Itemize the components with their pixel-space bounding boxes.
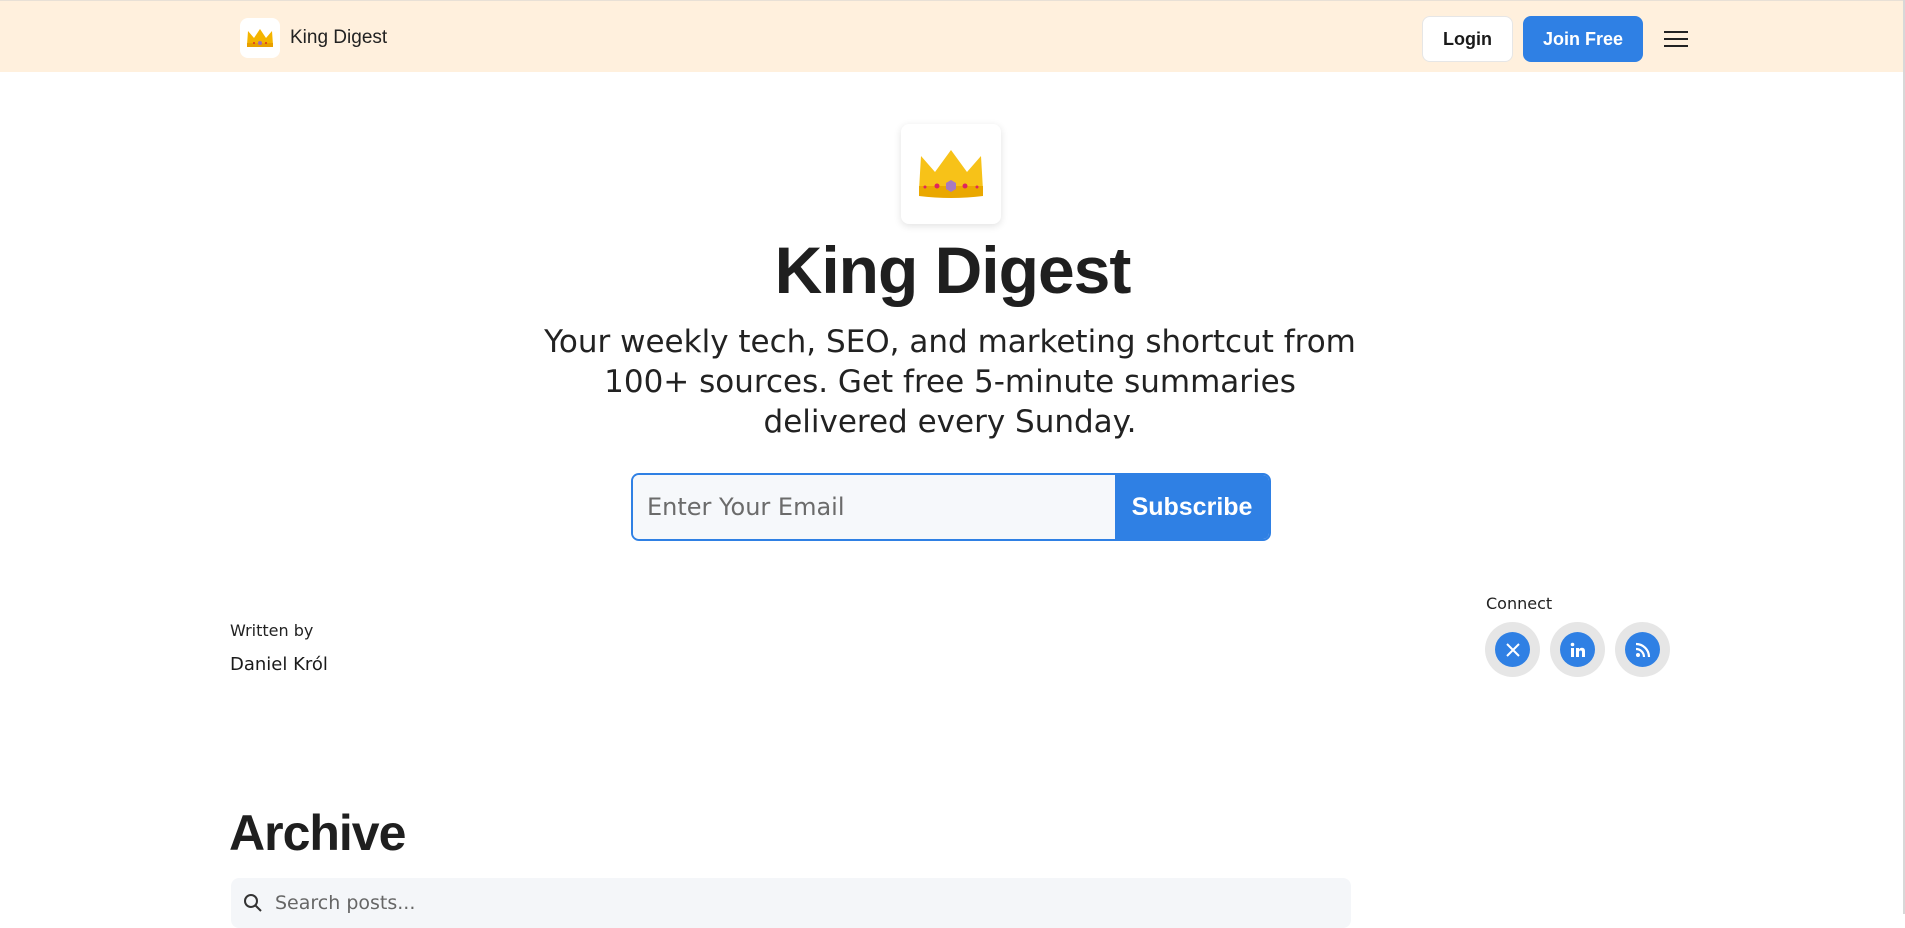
search-icon [244, 894, 262, 912]
search-input[interactable] [273, 891, 1339, 915]
login-button[interactable]: Login [1422, 16, 1513, 62]
x-twitter-icon [1495, 632, 1530, 667]
subscribe-button[interactable]: Subscribe [1115, 475, 1269, 539]
written-by-label: Written by [230, 621, 314, 640]
crown-icon [240, 18, 280, 58]
brand-link[interactable]: King Digest [240, 18, 387, 58]
archive-title: Archive [229, 805, 406, 861]
x-twitter-link[interactable] [1485, 622, 1540, 677]
social-links [1485, 622, 1670, 677]
top-navigation-bar: King Digest Login Join Free [0, 0, 1905, 72]
rss-link[interactable] [1615, 622, 1670, 677]
rss-icon [1625, 632, 1660, 667]
author-name[interactable]: Daniel Król [230, 654, 328, 675]
linkedin-link[interactable] [1550, 622, 1605, 677]
page-subtitle: Your weekly tech, SEO, and marketing sho… [544, 324, 1356, 440]
nav-actions: Login Join Free [1422, 16, 1693, 62]
linkedin-icon [1560, 632, 1595, 667]
archive-search [231, 878, 1351, 928]
connect-label: Connect [1486, 594, 1553, 613]
hamburger-menu-icon[interactable] [1659, 22, 1693, 56]
subscribe-form: Subscribe [631, 473, 1271, 541]
email-field[interactable] [633, 475, 1115, 539]
page-title: King Digest [774, 233, 1132, 307]
brand-name: King Digest [290, 27, 388, 48]
join-free-button[interactable]: Join Free [1522, 16, 1644, 62]
hero-crown-icon [901, 124, 1001, 224]
